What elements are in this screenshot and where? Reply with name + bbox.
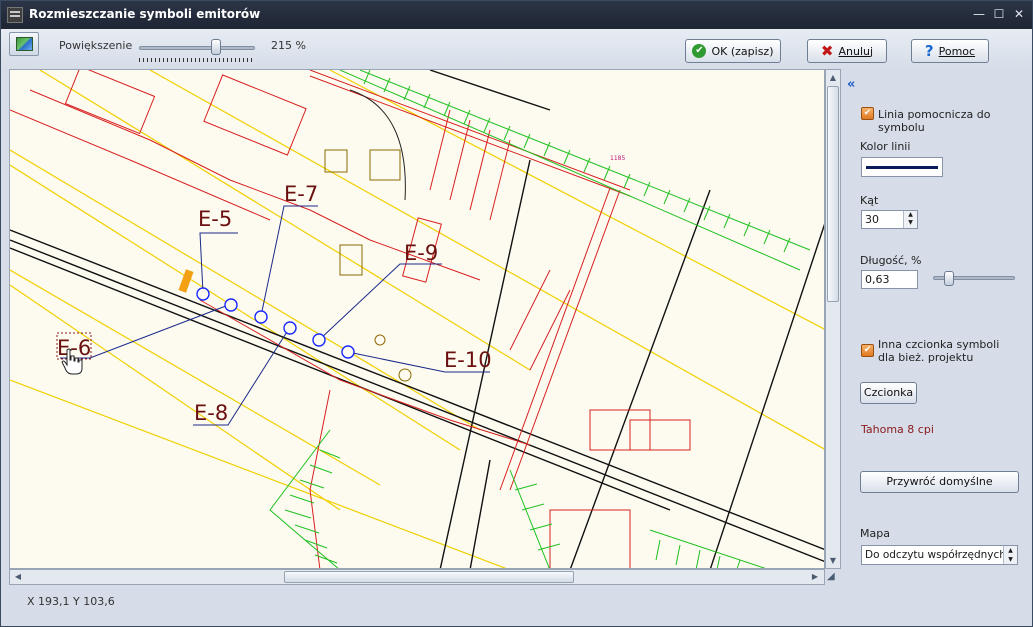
cursor-coordinates: X 193,1 Y 103,6	[27, 595, 115, 608]
map-vertical-scrollbar[interactable]: ▲ ▼	[825, 69, 841, 569]
ok-save-label: OK (zapisz)	[711, 44, 774, 58]
font-info: Tahoma 8 cpi	[861, 423, 934, 436]
emitter-circle-e7[interactable]	[254, 310, 268, 324]
zoom-value: 215 %	[271, 39, 306, 52]
angle-spinner[interactable]: 30 ▲ ▼	[861, 210, 918, 229]
zoom-slider-ticks	[139, 58, 255, 62]
vertical-scroll-thumb[interactable]	[827, 86, 839, 302]
zoom-label: Powiększenie	[59, 39, 133, 52]
window-title: Rozmieszczanie symboli emitorów	[29, 7, 261, 21]
cross-icon: ✖	[820, 42, 834, 60]
angle-label: Kąt	[860, 194, 879, 207]
font-button[interactable]: Czcionka	[860, 382, 917, 404]
help-label: Pomoc	[938, 44, 976, 58]
toolbar: Powiększenie 215 % ✔ OK (zapisz) ✖ Anulu…	[1, 29, 1032, 69]
check-icon: ✔	[692, 44, 707, 58]
yellow-lines	[10, 70, 824, 568]
corner-grip-icon: ◢	[827, 571, 835, 582]
emitter-circle-e8[interactable]	[283, 321, 297, 335]
ok-save-button[interactable]: ✔ OK (zapisz)	[685, 39, 781, 63]
select-arrows-icon[interactable]: ▲ ▼	[1003, 546, 1017, 564]
map-label: Mapa	[860, 527, 890, 540]
map-layer-button[interactable]	[9, 32, 39, 56]
emitter-circle-e5[interactable]	[196, 287, 210, 301]
emitter-leader-lines	[60, 205, 490, 426]
map-icon	[16, 37, 33, 51]
emitter-circle-e10[interactable]	[341, 345, 355, 359]
settings-panel: « ✔ Linia pomocnicza do symbolu Kolor li…	[843, 69, 1032, 589]
helper-line-label: Linia pomocnicza do symbolu	[878, 108, 991, 134]
scroll-up-icon[interactable]: ▲	[826, 71, 840, 85]
scroll-right-icon[interactable]: ▶	[808, 570, 822, 584]
emitter-label-e5[interactable]: E-5	[198, 207, 232, 231]
map-canvas[interactable]: 1185 E-5 E-6 E-7 E-8 E-9 E-10	[9, 69, 825, 569]
other-font-label-line1: Inna czcionka symboli	[878, 338, 1000, 351]
map-small-label: 1185	[610, 155, 625, 162]
map-drawing: 1185 E-5 E-6 E-7 E-8 E-9 E-10	[10, 70, 824, 568]
scroll-down-icon[interactable]: ▼	[826, 554, 840, 568]
scroll-left-icon[interactable]: ◀	[11, 570, 25, 584]
emitter-label-e7[interactable]: E-7	[284, 182, 318, 206]
minimize-button[interactable]: —	[969, 5, 989, 23]
help-button[interactable]: ? Pomoc	[911, 39, 989, 63]
status-bar: X 193,1 Y 103,6	[1, 589, 1032, 626]
emitter-circle-e6[interactable]	[224, 298, 238, 312]
horizontal-scroll-thumb[interactable]	[284, 571, 574, 583]
spin-arrows-icon[interactable]: ▲ ▼	[903, 211, 917, 228]
building-outlines	[324, 89, 412, 382]
emitter-label-e9[interactable]: E-9	[404, 241, 438, 265]
green-hatching	[269, 70, 811, 568]
angle-value: 30	[865, 213, 879, 226]
map-mode-select[interactable]: Do odczytu współrzędnych ▲ ▼	[861, 545, 1018, 565]
length-input[interactable]: 0,63	[861, 270, 918, 289]
dialog-window: Rozmieszczanie symboli emitorów — ☐ ✕ Po…	[0, 0, 1033, 627]
emitter-label-e10[interactable]: E-10	[444, 348, 492, 372]
restore-defaults-button[interactable]: Przywróć domyślne	[860, 471, 1019, 493]
red-lines	[10, 70, 691, 568]
emitter-label-e8[interactable]: E-8	[194, 401, 228, 425]
other-font-checkbox[interactable]: ✔	[861, 344, 874, 357]
length-label: Długość, %	[860, 254, 922, 267]
length-value: 0,63	[865, 273, 890, 286]
maximize-button[interactable]: ☐	[989, 5, 1009, 23]
emitter-circle-e9[interactable]	[312, 333, 326, 347]
black-lines	[10, 70, 824, 568]
close-button[interactable]: ✕	[1009, 5, 1029, 23]
line-color-label: Kolor linii	[860, 140, 911, 153]
title-bar: Rozmieszczanie symboli emitorów — ☐ ✕	[1, 1, 1032, 29]
collapse-panel-icon[interactable]: «	[847, 77, 855, 92]
app-icon	[7, 7, 23, 23]
zoom-slider[interactable]	[139, 46, 255, 50]
helper-line-checkbox[interactable]: ✔	[861, 107, 874, 120]
length-slider-thumb[interactable]	[944, 271, 954, 286]
other-font-label-line2: dla bież. projektu	[878, 351, 974, 364]
map-horizontal-scrollbar[interactable]: ◀ ▶	[9, 569, 825, 585]
cancel-label: Anuluj	[838, 44, 874, 58]
zoom-slider-thumb[interactable]	[211, 39, 222, 55]
question-icon: ?	[924, 42, 934, 60]
map-mode-value: Do odczytu współrzędnych	[865, 549, 1006, 561]
cancel-button[interactable]: ✖ Anuluj	[807, 39, 887, 63]
line-color-picker[interactable]	[861, 157, 943, 177]
